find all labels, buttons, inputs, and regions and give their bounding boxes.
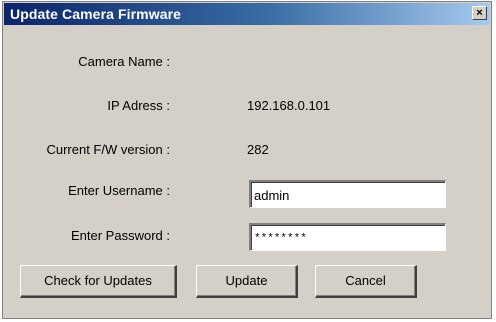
camera-name-label: Camera Name : xyxy=(78,54,170,69)
dialog-title: Update Camera Firmware xyxy=(10,6,182,22)
firmware-version-value: 282 xyxy=(247,142,269,157)
dialog-titlebar[interactable]: Update Camera Firmware × xyxy=(4,3,490,25)
username-label: Enter Username : xyxy=(68,183,170,198)
username-field[interactable] xyxy=(249,180,446,208)
close-icon[interactable]: × xyxy=(472,6,487,20)
ip-address-value: 192.168.0.101 xyxy=(247,98,331,113)
password-field[interactable] xyxy=(249,223,446,251)
password-label: Enter Password : xyxy=(71,228,170,243)
update-firmware-dialog: Update Camera Firmware × Camera Name : I… xyxy=(2,1,492,319)
check-for-updates-button[interactable]: Check for Updates xyxy=(20,265,177,298)
update-button[interactable]: Update xyxy=(196,265,298,298)
firmware-version-label: Current F/W version : xyxy=(46,142,170,157)
ip-address-label: IP Adress : xyxy=(107,98,170,113)
cancel-button[interactable]: Cancel xyxy=(315,265,417,298)
